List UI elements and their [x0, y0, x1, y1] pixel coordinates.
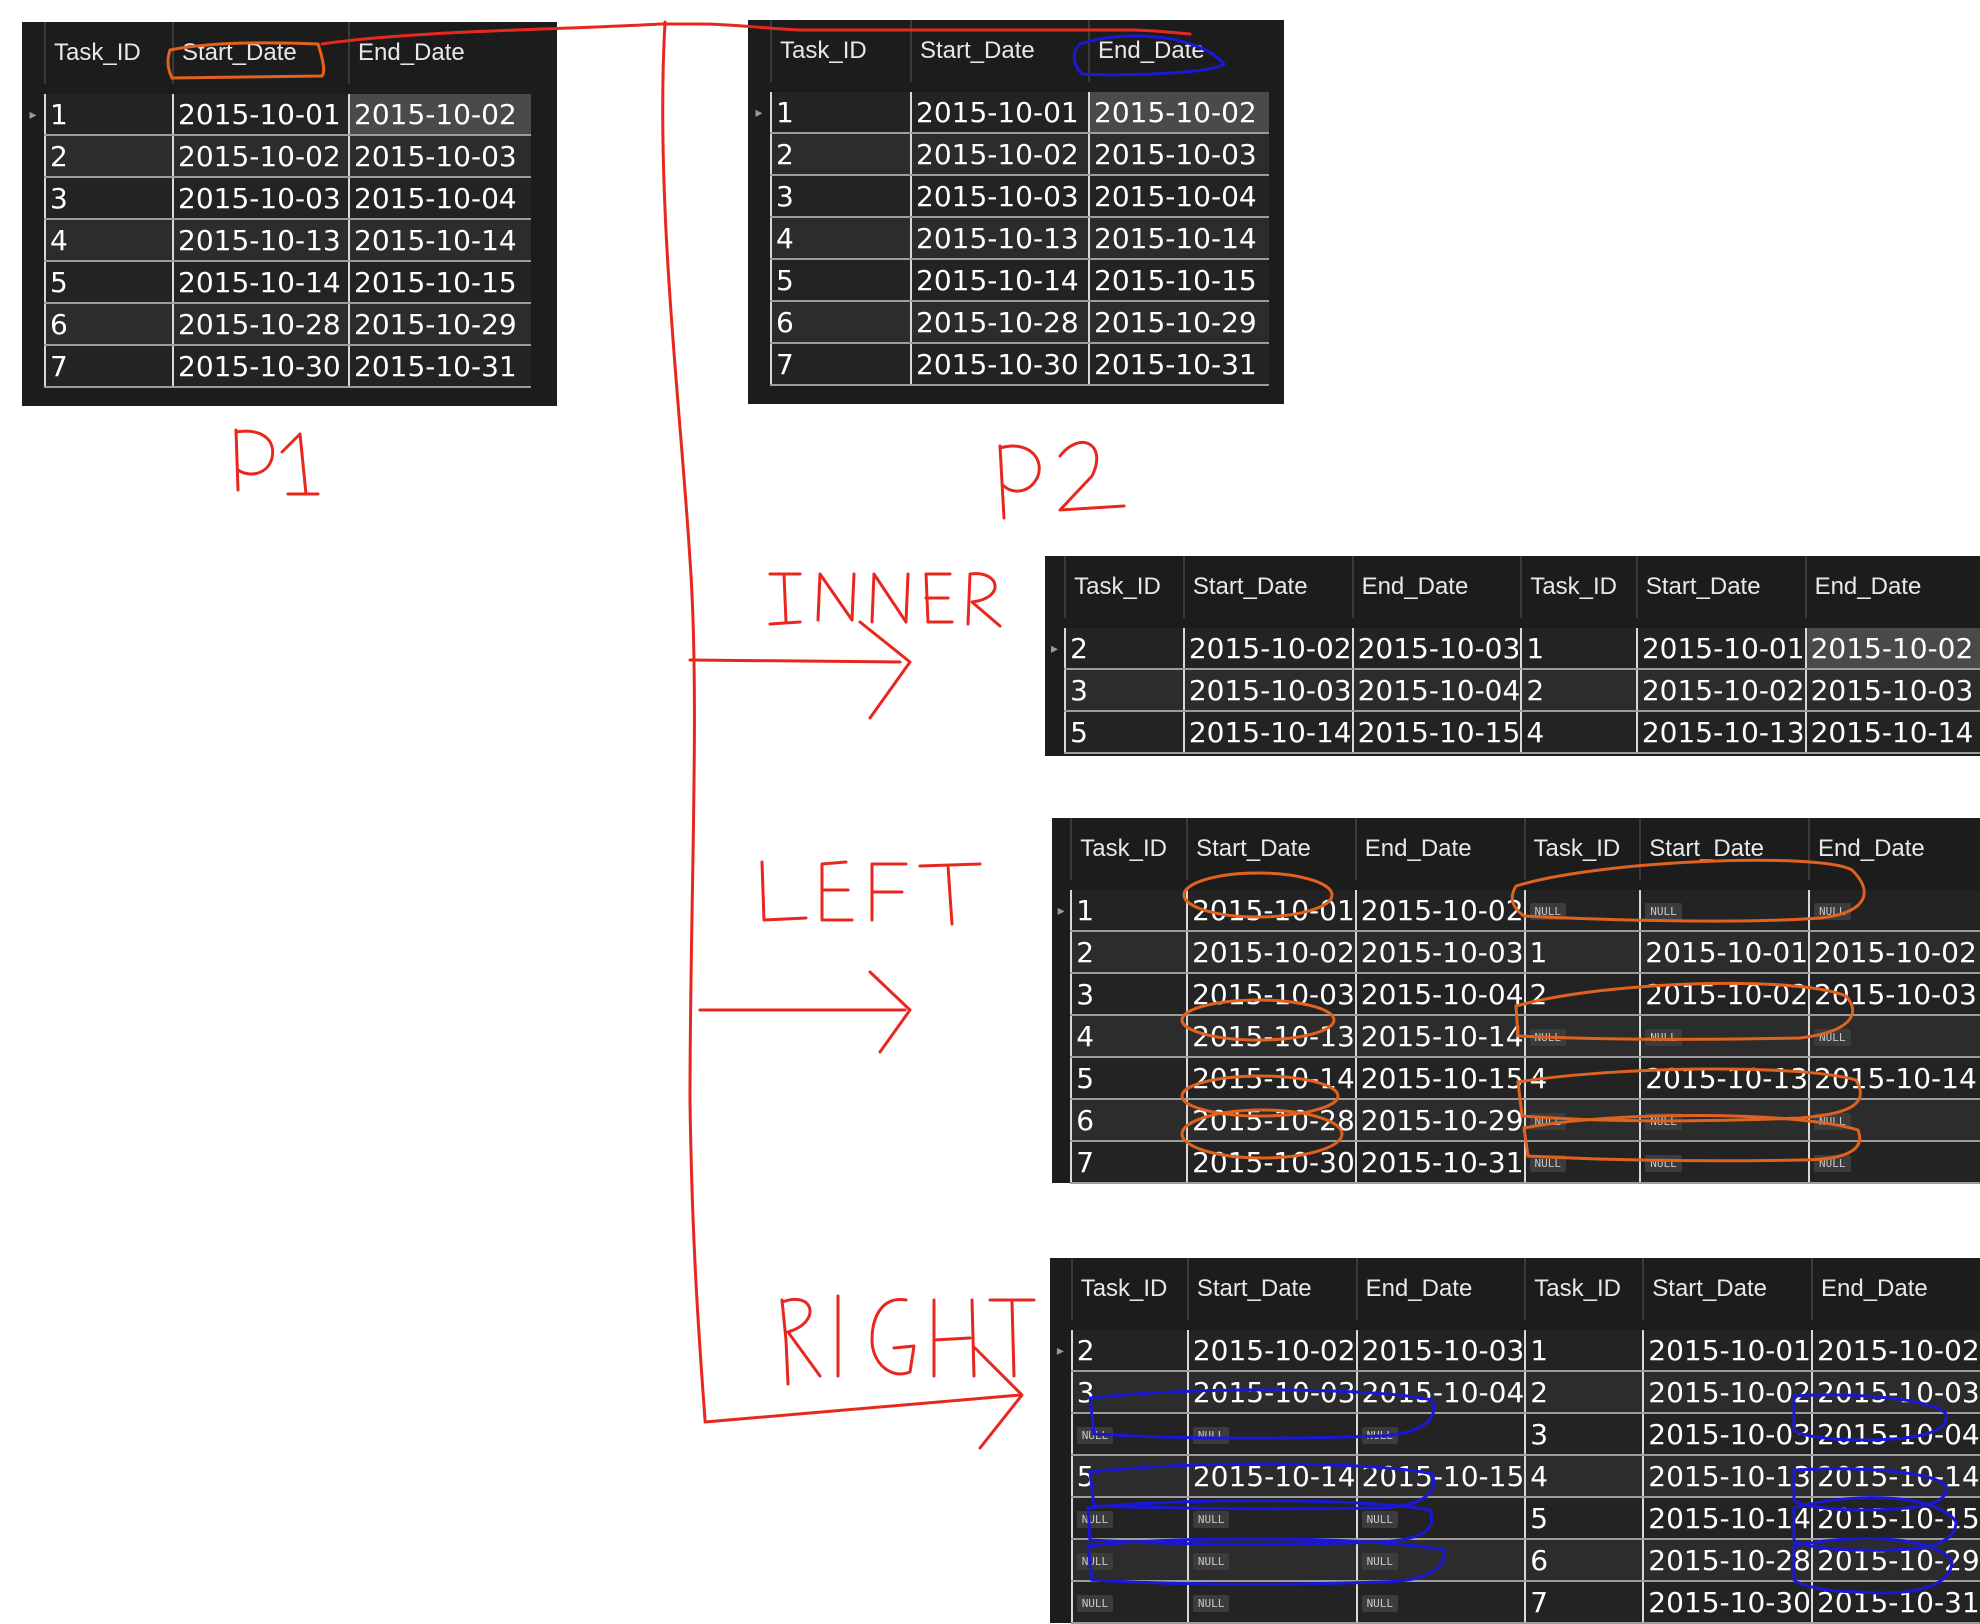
- p2-handwriting: [998, 441, 1126, 520]
- left-handwriting: [760, 860, 982, 926]
- left-arrow: [698, 970, 912, 1054]
- p1-start-date-highlight: [166, 41, 326, 80]
- p2-end-date-highlight: [1072, 34, 1227, 77]
- annotation-layer: [166, 20, 1958, 1595]
- join-branch-trunk: [661, 20, 707, 1422]
- p1-handwriting: [234, 428, 320, 496]
- inner-handwriting: [768, 572, 1002, 628]
- right-join-unmatched-highlights: [1086, 1388, 1958, 1595]
- join-connector-line: [320, 22, 1192, 46]
- left-join-unmatched-highlights: [1180, 858, 1866, 1163]
- inner-arrow: [688, 620, 912, 720]
